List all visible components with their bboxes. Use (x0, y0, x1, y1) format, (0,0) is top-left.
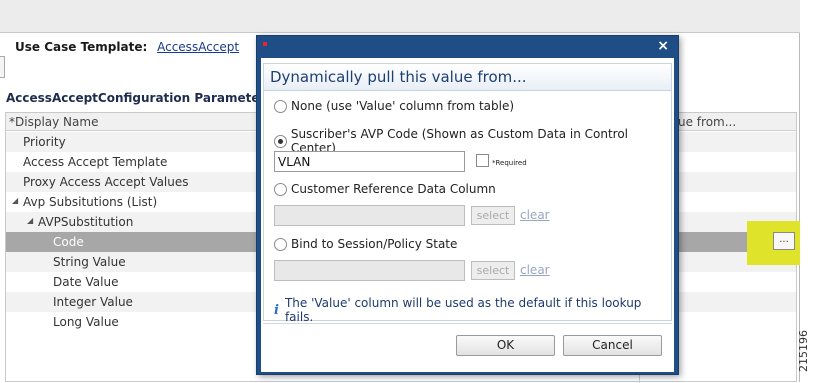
top-bar (0, 0, 800, 33)
radio-none[interactable] (274, 99, 287, 113)
radio-session-state[interactable] (274, 237, 287, 251)
radio-crd-column[interactable] (274, 182, 287, 196)
cancel-button[interactable]: Cancel (563, 335, 662, 356)
ok-button[interactable]: OK (456, 335, 555, 356)
info-note: i The 'Value' column will be used as the… (274, 296, 671, 324)
row-label: Date Value (53, 275, 119, 289)
column-header-value[interactable]: ue from... (678, 115, 736, 129)
crd-select-button[interactable]: select (471, 206, 515, 225)
radio-avp-code[interactable] (274, 134, 287, 148)
use-case-template-label: Use Case Template: (15, 40, 148, 54)
info-icon: i (274, 302, 279, 318)
collapse-panel-tab[interactable] (0, 56, 5, 78)
dialog-heading-text: Dynamically pull this value from... (270, 68, 527, 86)
crd-column-input[interactable] (274, 205, 465, 226)
option-session-state-label: Bind to Session/Policy State (291, 237, 458, 251)
dialog-options-panel: None (use 'Value' column from table) Sus… (263, 91, 672, 324)
ellipsis-button[interactable]: ... (773, 232, 795, 250)
column-header-display-name[interactable]: *Display Name (9, 115, 98, 129)
row-label: String Value (53, 255, 126, 269)
option-crd-column-label: Customer Reference Data Column (291, 182, 496, 196)
row-label: Access Accept Template (23, 155, 168, 169)
session-clear-link[interactable]: clear (520, 263, 550, 277)
option-none[interactable]: None (use 'Value' column from table) (274, 99, 514, 113)
dynamic-value-dialog: × Dynamically pull this value from... No… (256, 35, 679, 375)
dialog-heading: Dynamically pull this value from... (263, 63, 672, 91)
row-label: Integer Value (53, 295, 133, 309)
option-session-state[interactable]: Bind to Session/Policy State (274, 237, 457, 251)
avp-code-input[interactable]: VLAN (274, 151, 465, 172)
row-label: Avp Subsitutions (List) (23, 195, 158, 209)
row-label: Long Value (53, 315, 119, 329)
crd-clear-link[interactable]: clear (520, 208, 550, 222)
expand-arrow-icon[interactable]: ◢ (27, 216, 33, 225)
section-title: AccessAcceptConfiguration Parameters (6, 91, 273, 105)
session-state-input[interactable] (274, 260, 465, 281)
row-label: AVPSubstitution (38, 215, 134, 229)
row-label: Code (53, 235, 84, 249)
figure-id: 215196 (797, 330, 810, 372)
info-note-text: The 'Value' column will be used as the d… (284, 296, 642, 324)
close-icon[interactable]: × (657, 38, 669, 54)
row-label: Proxy Access Accept Values (23, 175, 189, 189)
expand-arrow-icon[interactable]: ◢ (12, 196, 18, 205)
footer-divider (263, 323, 672, 324)
dialog-titlebar[interactable]: × (257, 36, 678, 58)
use-case-template-row: Use Case Template: AccessAccept (15, 40, 239, 54)
row-label: Priority (23, 135, 66, 149)
dialog-body: Dynamically pull this value from... None… (261, 58, 674, 372)
use-case-template-link[interactable]: AccessAccept (157, 40, 239, 54)
required-checkbox[interactable] (476, 154, 489, 167)
option-crd-column[interactable]: Customer Reference Data Column (274, 182, 496, 196)
required-label: *Required (492, 159, 527, 167)
dialog-marker-icon (263, 42, 267, 46)
option-none-label: None (use 'Value' column from table) (291, 99, 515, 113)
session-select-button[interactable]: select (471, 261, 515, 280)
